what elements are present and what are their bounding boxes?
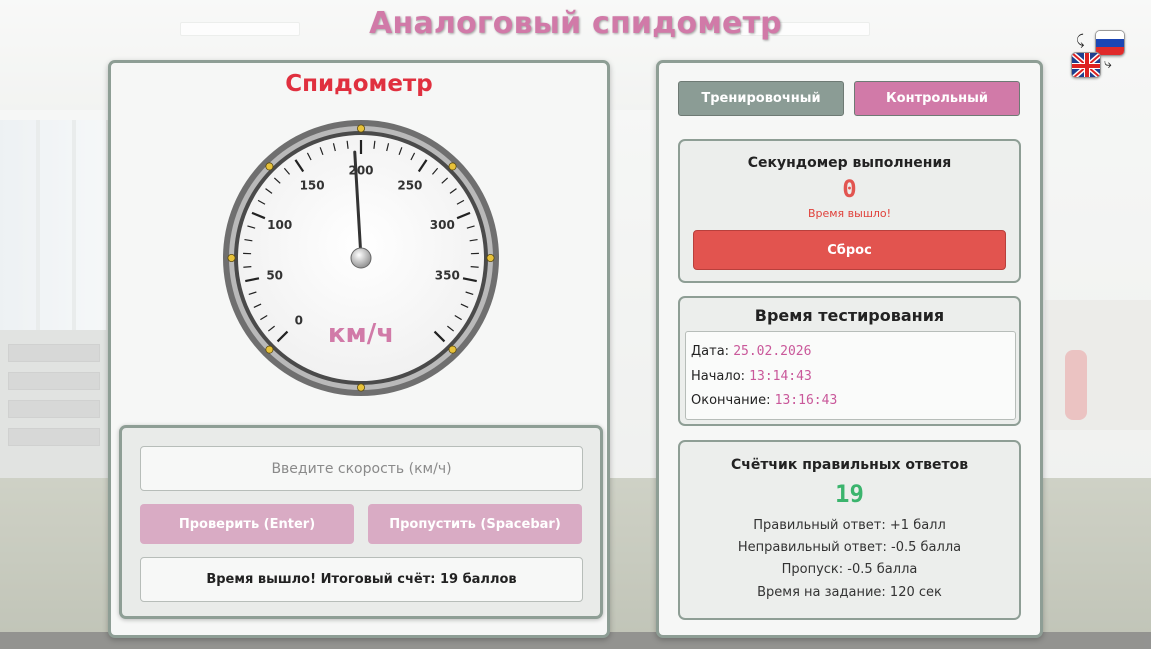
gauge-unit-label: км/ч: [328, 319, 394, 349]
end-label: Окончание:: [691, 393, 771, 408]
rim-bolt: [265, 162, 274, 171]
minor-tick: [243, 266, 252, 268]
stopwatch-card: Секундомер выполнения 0 Время вышло! Сбр…: [678, 139, 1021, 283]
speedometer-panel: Спидометр 0 50 100 150 200 250 300 350 км/ч Про…: [108, 60, 610, 638]
rim-bolt: [448, 345, 457, 354]
test-time-details: Дата: 25.02.2026 Начало: 13:14:43 Оконча…: [685, 331, 1016, 420]
date-row: Дата: 25.02.2026: [691, 344, 811, 359]
reset-button[interactable]: Сброс: [693, 230, 1006, 270]
rule-time-limit: Время на задание: 120 сек: [757, 585, 942, 600]
stopwatch-value: 0: [842, 175, 857, 203]
page-title: Аналоговый спидометр: [369, 6, 782, 41]
end-row: Окончание: 13:16:43: [691, 393, 837, 408]
start-row: Начало: 13:14:43: [691, 369, 812, 384]
tick-label: 50: [266, 269, 283, 283]
gauge-hub: [350, 247, 372, 269]
tick-label: 100: [267, 218, 292, 232]
rim-bolt: [227, 253, 236, 262]
rule-correct: Правильный ответ: +1 балл: [753, 518, 946, 533]
test-time-title: Время тестирования: [754, 306, 945, 325]
stopwatch-title: Секундомер выполнения: [747, 155, 952, 171]
rim-bolt: [486, 253, 495, 262]
minor-tick: [470, 266, 479, 268]
tick-label: 300: [430, 218, 455, 232]
tick-label: 0: [295, 314, 303, 328]
english-flag-icon[interactable]: [1071, 52, 1101, 78]
rule-skip: Пропуск: -0.5 балла: [781, 562, 918, 577]
speed-input[interactable]: [140, 446, 583, 491]
training-mode-button[interactable]: Тренировочный: [678, 81, 844, 116]
rim-bolt: [356, 124, 365, 133]
speedometer-title: Спидометр: [285, 71, 433, 97]
tick-label: 200: [348, 164, 373, 178]
tick-label: 250: [397, 178, 422, 192]
result-message: Время вышло! Итоговый счёт: 19 баллов: [140, 557, 583, 602]
tick-label: 350: [435, 269, 460, 283]
end-value: 13:16:43: [774, 393, 838, 408]
control-panel: Тренировочный Контрольный Секундомер вып…: [656, 60, 1043, 638]
score-value: 19: [835, 480, 864, 508]
date-label: Дата:: [691, 344, 730, 359]
rim-bolt: [448, 162, 457, 171]
score-card: Счётчик правильных ответов 19 Правильный…: [678, 440, 1021, 620]
start-label: Начало:: [691, 369, 746, 384]
swap-arrow-icon: ⤹: [1076, 33, 1085, 49]
date-value: 25.02.2026: [733, 344, 812, 359]
start-value: 13:14:43: [749, 369, 812, 384]
swap-arrow-icon: ⤷: [1104, 56, 1112, 72]
test-time-card: Время тестирования Дата: 25.02.2026 Нача…: [678, 296, 1021, 426]
control-mode-button[interactable]: Контрольный: [854, 81, 1020, 116]
answer-panel: Проверить (Enter) Пропустить (Spacebar) …: [119, 425, 603, 619]
stopwatch-message: Время вышло!: [807, 207, 892, 220]
score-title: Счётчик правильных ответов: [730, 457, 969, 473]
skip-button[interactable]: Пропустить (Spacebar): [368, 504, 582, 544]
rim-bolt: [265, 345, 274, 354]
russian-flag-icon[interactable]: [1095, 30, 1125, 56]
rim-bolt: [356, 383, 365, 392]
rule-wrong: Неправильный ответ: -0.5 балла: [737, 540, 962, 555]
tick-label: 150: [300, 178, 325, 192]
check-button[interactable]: Проверить (Enter): [140, 504, 354, 544]
speedometer-gauge: 0 50 100 150 200 250 300 350 км/ч: [223, 120, 499, 396]
